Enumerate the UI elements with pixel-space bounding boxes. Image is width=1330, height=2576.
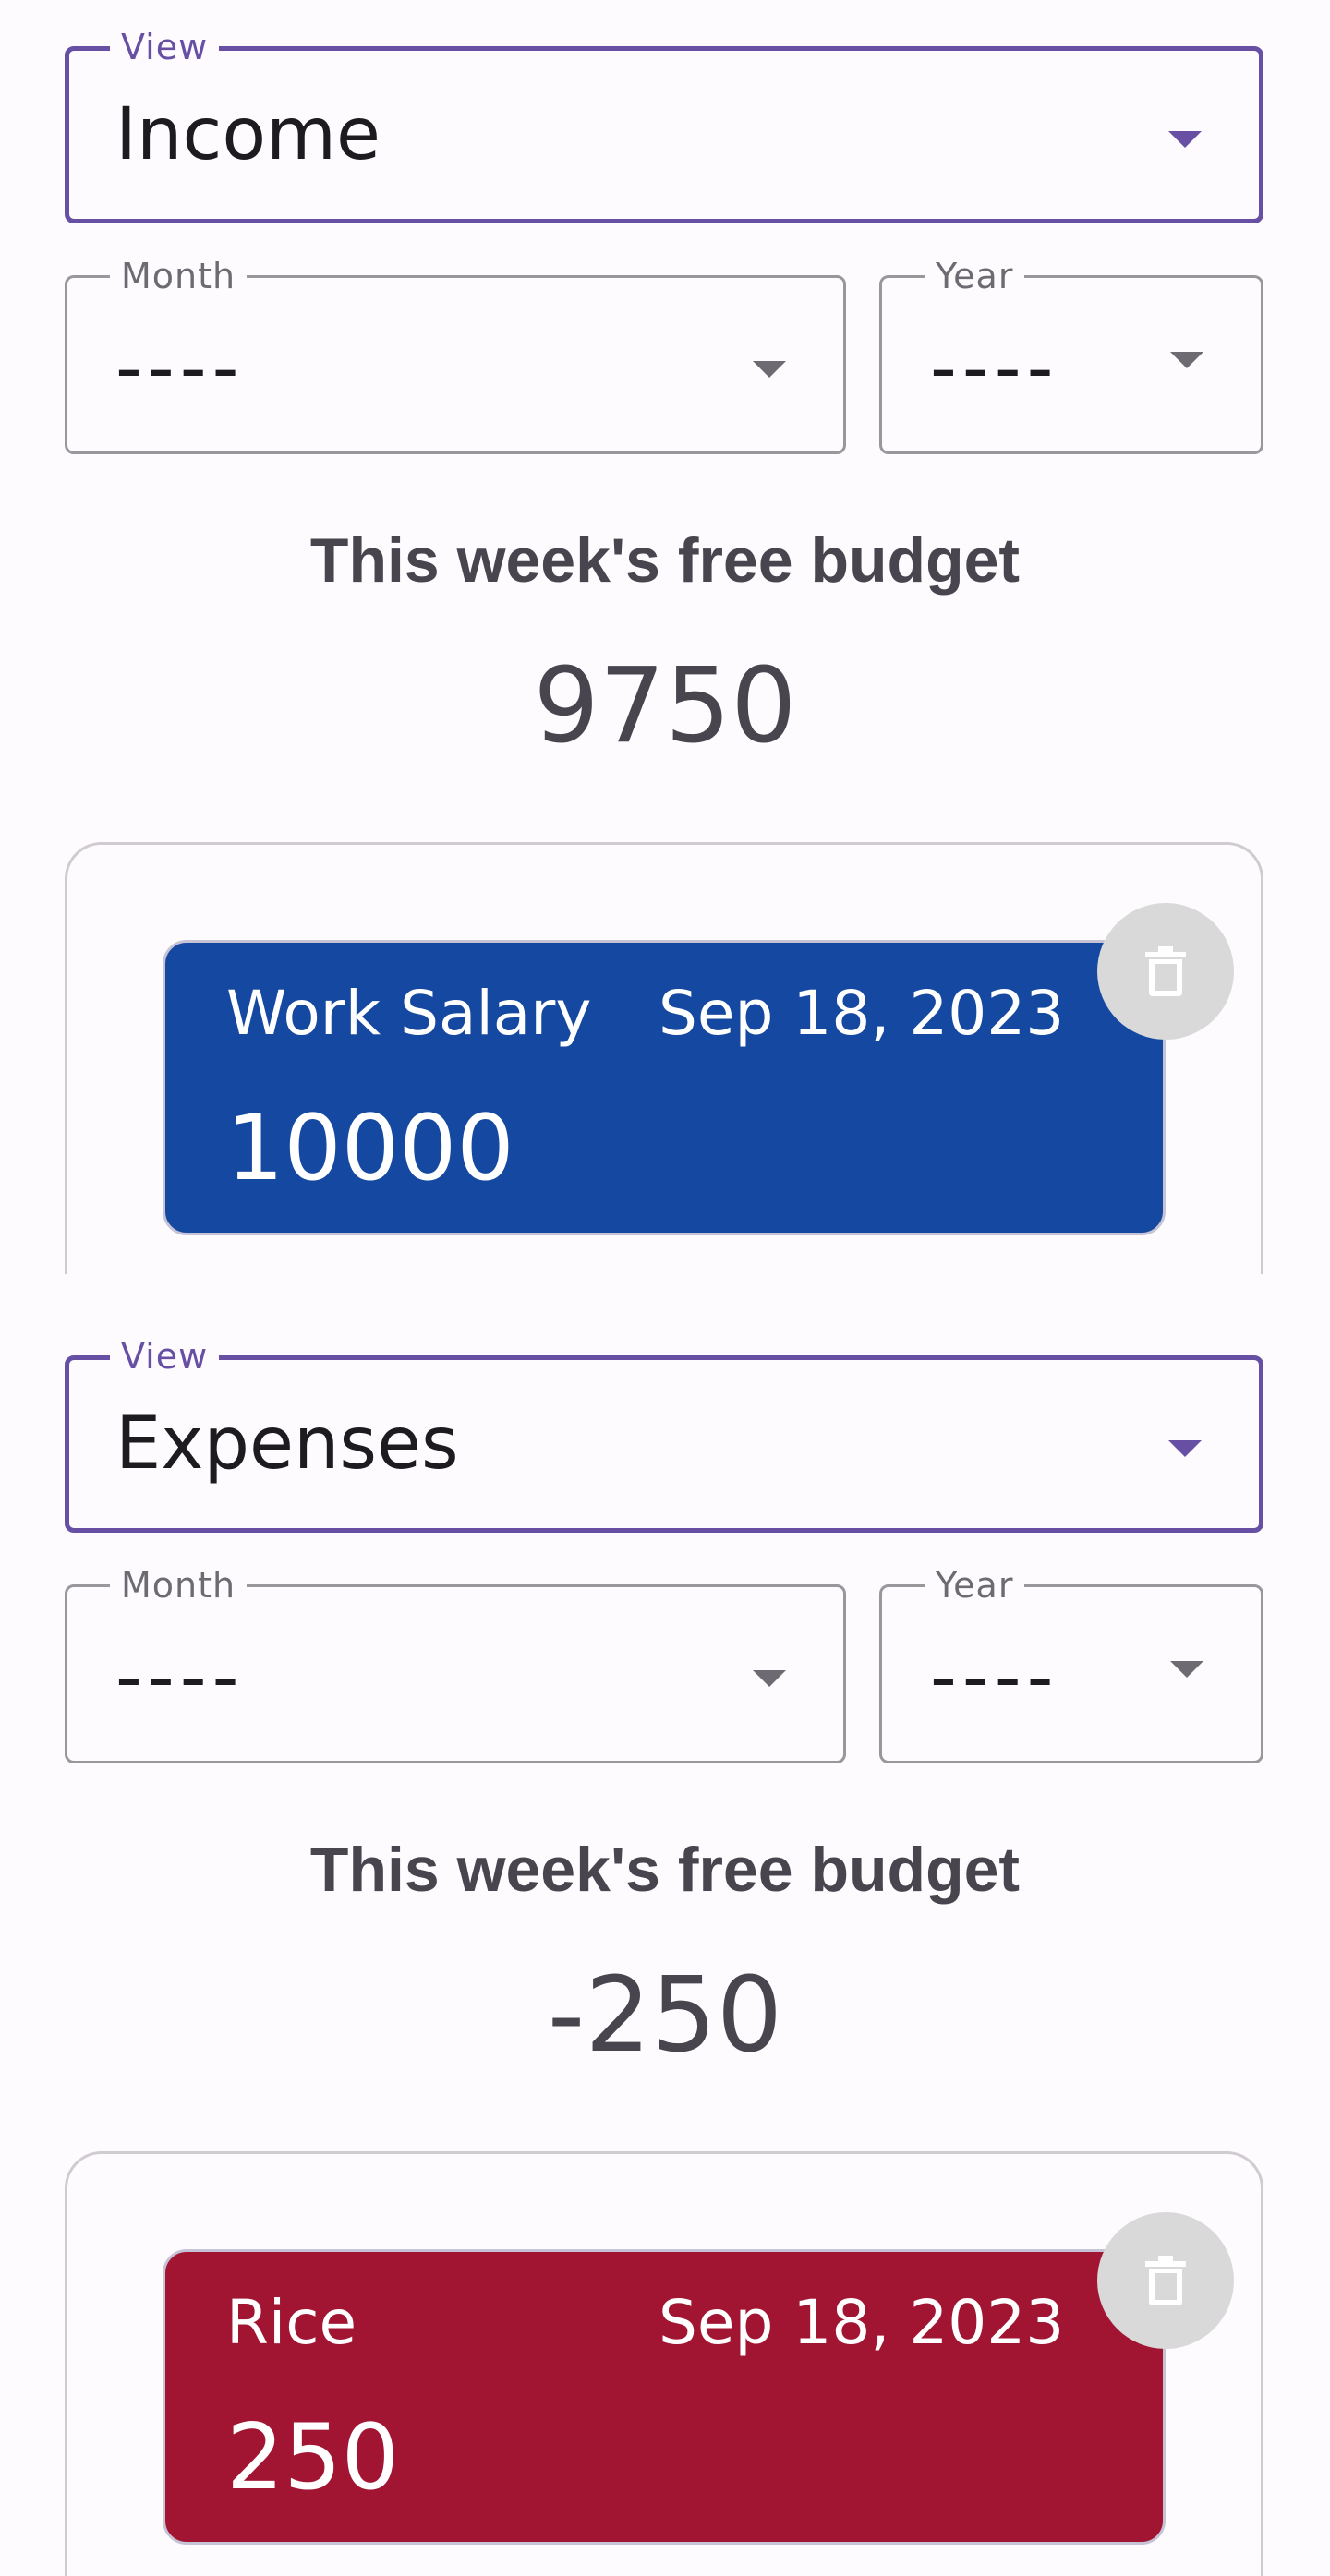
budget-value: 9750 — [533, 646, 797, 766]
view-select-value: Income — [115, 93, 381, 176]
entry-amount: 250 — [226, 2405, 400, 2510]
view-select[interactable]: View Expenses — [65, 1338, 1264, 1533]
year-select-value: ---- — [930, 1633, 1059, 1720]
month-select[interactable]: Month ---- — [65, 258, 846, 454]
chevron-down-icon — [1170, 1661, 1203, 1678]
income-screen: View Income Month ---- Year ---- This we… — [0, 0, 1330, 1274]
entry-name: Rice — [226, 2287, 357, 2358]
view-select-value: Expenses — [115, 1402, 459, 1486]
budget-value: -250 — [547, 1956, 783, 2076]
trash-icon — [1145, 946, 1186, 996]
entry-card[interactable]: Rice Sep 18, 2023 250 — [163, 2249, 1166, 2545]
delete-button[interactable] — [1097, 903, 1234, 1040]
expenses-screen: View Expenses Month ---- Year ---- This … — [0, 1309, 1330, 2576]
budget-title: This week's free budget — [309, 1835, 1021, 1905]
month-select-value: ---- — [115, 1633, 245, 1720]
year-select[interactable]: Year ---- — [879, 1567, 1264, 1763]
year-select[interactable]: Year ---- — [879, 258, 1264, 454]
year-select-value: ---- — [930, 324, 1059, 411]
month-select[interactable]: Month ---- — [65, 1567, 846, 1763]
entry-name: Work Salary — [226, 978, 592, 1049]
chevron-down-icon — [1170, 352, 1203, 368]
budget-title: This week's free budget — [309, 525, 1021, 596]
entry-card[interactable]: Work Salary Sep 18, 2023 10000 — [163, 940, 1166, 1235]
chevron-down-icon — [1168, 131, 1202, 148]
month-select-value: ---- — [115, 324, 245, 411]
entry-amount: 10000 — [226, 1096, 514, 1201]
trash-icon — [1145, 2256, 1186, 2305]
entry-date: Sep 18, 2023 — [659, 2287, 1065, 2358]
chevron-down-icon — [753, 1670, 786, 1687]
chevron-down-icon — [753, 361, 786, 378]
view-select[interactable]: View Income — [65, 29, 1264, 223]
entry-date: Sep 18, 2023 — [659, 978, 1065, 1049]
delete-button[interactable] — [1097, 2212, 1234, 2349]
chevron-down-icon — [1168, 1440, 1202, 1457]
